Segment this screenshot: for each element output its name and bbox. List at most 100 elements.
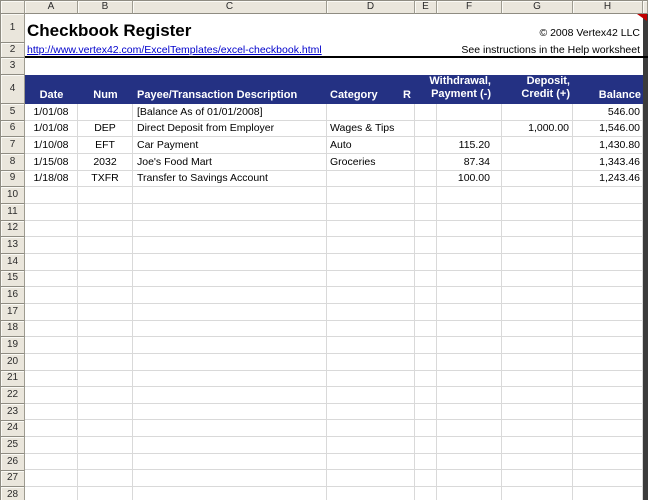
cell-H20[interactable]	[573, 354, 643, 370]
cell-F26[interactable]	[437, 454, 502, 470]
cell-E12[interactable]	[415, 221, 437, 237]
cell-B5[interactable]	[78, 104, 133, 120]
cell-E10[interactable]	[415, 187, 437, 203]
cell-C20[interactable]	[133, 354, 327, 370]
cell-C24[interactable]	[133, 420, 327, 436]
row-header-28[interactable]: 28	[0, 487, 25, 500]
cell-A27[interactable]	[25, 470, 78, 486]
cell-E16[interactable]	[415, 287, 437, 303]
cell-B11[interactable]	[78, 204, 133, 220]
cell-C18[interactable]	[133, 321, 327, 337]
cell-D9[interactable]	[327, 171, 415, 187]
cell-B13[interactable]	[78, 237, 133, 253]
cell-B22[interactable]	[78, 387, 133, 403]
cell-E11[interactable]	[415, 204, 437, 220]
cell-D15[interactable]	[327, 271, 415, 287]
cell-H28[interactable]	[573, 487, 643, 500]
cell-H14[interactable]	[573, 254, 643, 270]
cell-C5[interactable]: [Balance As of 01/01/2008]	[133, 104, 327, 120]
cell-E7[interactable]	[415, 137, 437, 153]
cell-E14[interactable]	[415, 254, 437, 270]
cell-H13[interactable]	[573, 237, 643, 253]
cell-F8[interactable]: 87.34	[437, 154, 502, 170]
cell-D16[interactable]	[327, 287, 415, 303]
cell-B20[interactable]	[78, 354, 133, 370]
cell-D6[interactable]: Wages & Tips	[327, 121, 415, 137]
select-all-corner[interactable]	[0, 0, 25, 14]
cell-B24[interactable]	[78, 420, 133, 436]
cell-G16[interactable]	[502, 287, 573, 303]
cell-D23[interactable]	[327, 404, 415, 420]
cell-D24[interactable]	[327, 420, 415, 436]
row-header-9[interactable]: 9	[0, 171, 25, 188]
row-header-1[interactable]: 1	[0, 14, 25, 43]
cell-E17[interactable]	[415, 304, 437, 320]
cell-D11[interactable]	[327, 204, 415, 220]
header-balance[interactable]: Balance	[599, 89, 641, 101]
cell-C25[interactable]	[133, 437, 327, 453]
cell-D27[interactable]	[327, 470, 415, 486]
cell-G15[interactable]	[502, 271, 573, 287]
cell-E25[interactable]	[415, 437, 437, 453]
cell-A10[interactable]	[25, 187, 78, 203]
cell-B17[interactable]	[78, 304, 133, 320]
cell-G8[interactable]	[502, 154, 573, 170]
cell-C22[interactable]	[133, 387, 327, 403]
cell-F21[interactable]	[437, 371, 502, 387]
cell-H11[interactable]	[573, 204, 643, 220]
cell-F28[interactable]	[437, 487, 502, 500]
cell-F23[interactable]	[437, 404, 502, 420]
row-header-15[interactable]: 15	[0, 271, 25, 288]
cell-D14[interactable]	[327, 254, 415, 270]
cell-A25[interactable]	[25, 437, 78, 453]
row-header-22[interactable]: 22	[0, 387, 25, 404]
cell-G22[interactable]	[502, 387, 573, 403]
cell-E23[interactable]	[415, 404, 437, 420]
cell-A17[interactable]	[25, 304, 78, 320]
cell-A23[interactable]	[25, 404, 78, 420]
cell-G18[interactable]	[502, 321, 573, 337]
cell-E15[interactable]	[415, 271, 437, 287]
cell-E20[interactable]	[415, 354, 437, 370]
cell-D8[interactable]: Groceries	[327, 154, 415, 170]
cell-A8[interactable]: 1/15/08	[25, 154, 78, 170]
row-header-4[interactable]: 4	[0, 75, 25, 104]
cell-E5[interactable]	[415, 104, 437, 120]
cell-H21[interactable]	[573, 371, 643, 387]
cell-F25[interactable]	[437, 437, 502, 453]
cell-D26[interactable]	[327, 454, 415, 470]
cell-F16[interactable]	[437, 287, 502, 303]
row-header-5[interactable]: 5	[0, 104, 25, 121]
cell-F6[interactable]	[437, 121, 502, 137]
cell-H18[interactable]	[573, 321, 643, 337]
cell-H27[interactable]	[573, 470, 643, 486]
row-header-3[interactable]: 3	[0, 58, 25, 75]
cell-F22[interactable]	[437, 387, 502, 403]
cell-D28[interactable]	[327, 487, 415, 500]
cell-F14[interactable]	[437, 254, 502, 270]
cell-A15[interactable]	[25, 271, 78, 287]
header-num[interactable]: Num	[78, 89, 133, 101]
column-header-G[interactable]: G	[502, 0, 573, 14]
cell-F10[interactable]	[437, 187, 502, 203]
row-header-23[interactable]: 23	[0, 404, 25, 421]
row-header-17[interactable]: 17	[0, 304, 25, 321]
cell-H23[interactable]	[573, 404, 643, 420]
cell-C28[interactable]	[133, 487, 327, 500]
column-header-H[interactable]: H	[573, 0, 643, 14]
cell-B6[interactable]: DEP	[78, 121, 133, 137]
cell-B9[interactable]: TXFR	[78, 171, 133, 187]
cell-B12[interactable]	[78, 221, 133, 237]
cell-B19[interactable]	[78, 337, 133, 353]
cell-H5[interactable]: 546.00	[573, 104, 643, 120]
cell-A28[interactable]	[25, 487, 78, 500]
cell-C26[interactable]	[133, 454, 327, 470]
cell-E28[interactable]	[415, 487, 437, 500]
row-header-2[interactable]: 2	[0, 43, 25, 58]
cell-E22[interactable]	[415, 387, 437, 403]
cell-H26[interactable]	[573, 454, 643, 470]
cell-F27[interactable]	[437, 470, 502, 486]
cell-G28[interactable]	[502, 487, 573, 500]
cell-B7[interactable]: EFT	[78, 137, 133, 153]
row-header-11[interactable]: 11	[0, 204, 25, 221]
